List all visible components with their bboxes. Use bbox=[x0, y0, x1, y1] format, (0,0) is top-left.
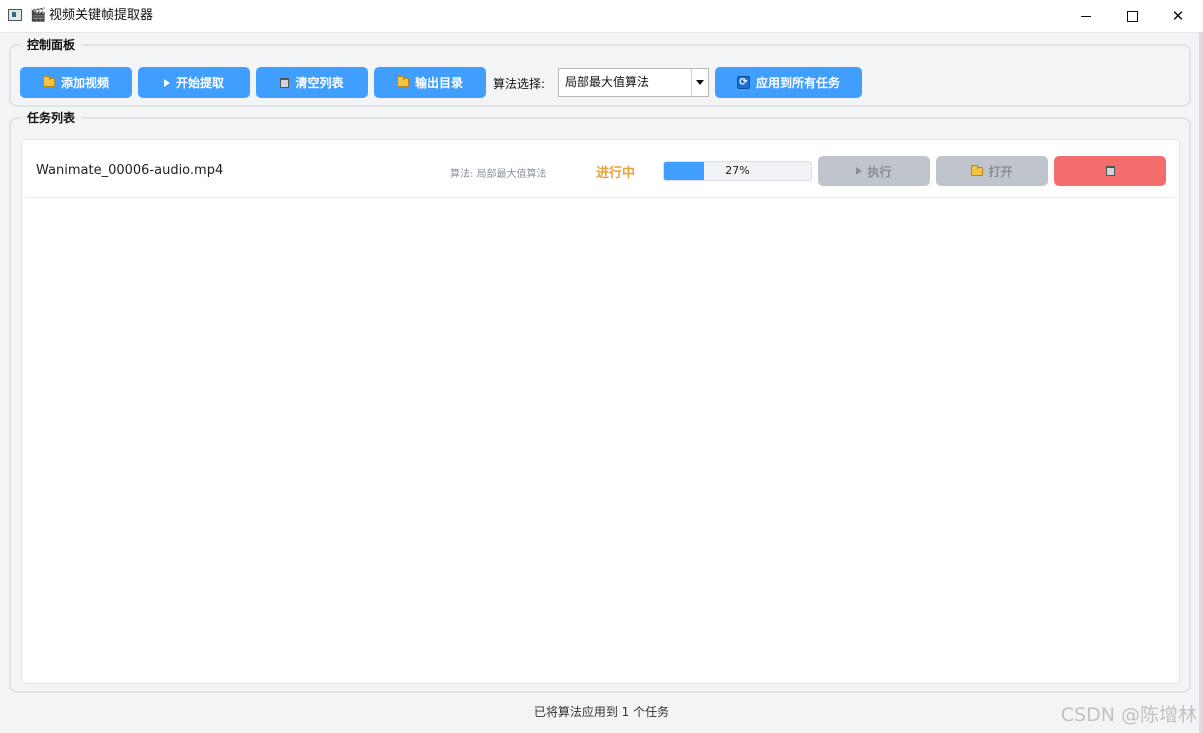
task-panel: 任务列表 Wanimate_00006-audio.mp4 算法: 局部最大值算… bbox=[9, 109, 1191, 693]
folder-icon bbox=[971, 164, 984, 176]
clear-list-label: 清空列表 bbox=[295, 76, 344, 90]
clear-list-button[interactable]: 清空列表 bbox=[256, 67, 368, 98]
title-bar: 🎬 视频关键帧提取器 ✕ bbox=[0, 0, 1203, 33]
close-icon: ✕ bbox=[1171, 7, 1185, 25]
chevron-down-icon[interactable] bbox=[691, 69, 708, 96]
window-edge bbox=[1199, 32, 1203, 733]
play-icon bbox=[163, 78, 170, 87]
app-icon bbox=[8, 9, 22, 21]
task-open-button[interactable]: 打开 bbox=[936, 156, 1048, 186]
add-video-button[interactable]: 添加视频 bbox=[20, 67, 132, 98]
algo-selected-value: 局部最大值算法 bbox=[565, 75, 650, 89]
refresh-icon: ⟳ bbox=[736, 76, 750, 89]
minimize-icon bbox=[1081, 15, 1091, 17]
control-panel-title: 控制面板 bbox=[21, 36, 82, 53]
start-extract-label: 开始提取 bbox=[175, 76, 224, 90]
minimize-button[interactable] bbox=[1063, 0, 1109, 32]
task-list[interactable]: Wanimate_00006-audio.mp4 算法: 局部最大值算法 进行中… bbox=[21, 139, 1180, 684]
clapperboard-icon: 🎬 bbox=[30, 8, 47, 23]
play-icon bbox=[856, 167, 863, 175]
output-dir-button[interactable]: 输出目录 bbox=[374, 67, 486, 98]
task-progress-bar: 27% bbox=[663, 161, 812, 181]
output-dir-label: 输出目录 bbox=[414, 76, 463, 90]
task-status: 进行中 bbox=[596, 166, 636, 181]
start-extract-button[interactable]: 开始提取 bbox=[138, 67, 250, 98]
apply-all-label: 应用到所有任务 bbox=[755, 76, 840, 90]
watermark: CSDN @陈增林 bbox=[1060, 704, 1197, 726]
task-file-name: Wanimate_00006-audio.mp4 bbox=[36, 163, 224, 178]
algo-select[interactable]: 局部最大值算法 bbox=[558, 68, 709, 97]
task-algorithm: 算法: 局部最大值算法 bbox=[450, 169, 547, 180]
trash-icon bbox=[1105, 166, 1115, 176]
close-button[interactable]: ✕ bbox=[1155, 0, 1201, 32]
apply-all-button[interactable]: ⟳ 应用到所有任务 bbox=[715, 67, 862, 98]
task-panel-title: 任务列表 bbox=[21, 109, 82, 126]
algo-select-label: 算法选择: bbox=[493, 77, 546, 91]
task-progress-text: 27% bbox=[725, 164, 750, 177]
task-run-button[interactable]: 执行 bbox=[818, 156, 930, 186]
folder-icon bbox=[42, 76, 55, 87]
control-panel: 控制面板 添加视频 开始提取 清空列表 输出目录 算法选择: 局部最大值算法 ⟳… bbox=[9, 36, 1191, 107]
task-delete-button[interactable] bbox=[1054, 156, 1166, 186]
add-video-label: 添加视频 bbox=[60, 76, 109, 90]
task-row: Wanimate_00006-audio.mp4 算法: 局部最大值算法 进行中… bbox=[26, 144, 1175, 198]
trash-icon bbox=[280, 77, 290, 88]
task-open-label: 打开 bbox=[988, 164, 1013, 179]
folder-icon bbox=[396, 76, 409, 87]
maximize-button[interactable] bbox=[1109, 0, 1155, 32]
window-title: 视频关键帧提取器 bbox=[49, 8, 154, 23]
task-run-label: 执行 bbox=[867, 164, 892, 179]
status-bar-message: 已将算法应用到 1 个任务 bbox=[533, 705, 670, 719]
maximize-icon bbox=[1126, 10, 1138, 22]
